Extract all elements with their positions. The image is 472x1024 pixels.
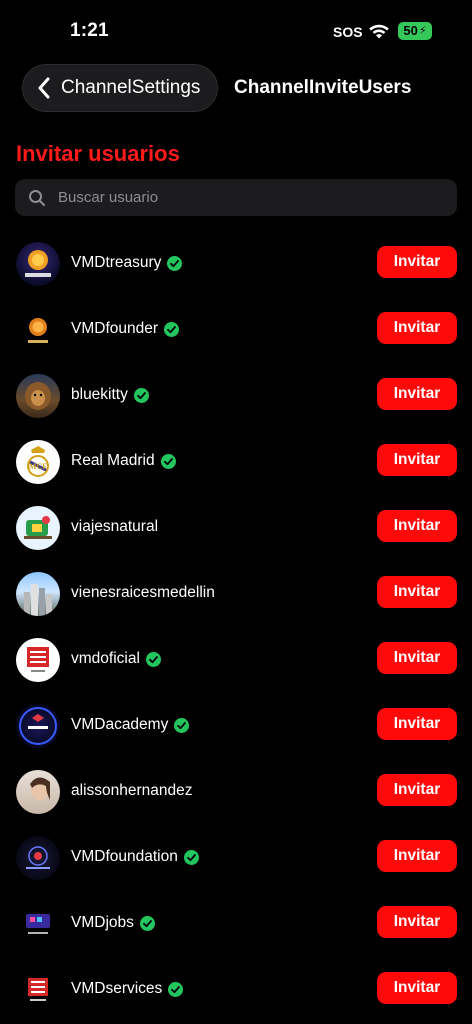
user-name: VMDjobs [71,914,155,932]
user-name-text: VMDfoundation [71,848,178,865]
verified-badge-icon [164,321,180,337]
vmd-founder-avatar [16,308,60,352]
invite-button[interactable]: Invitar [377,972,457,1004]
user-name: Real Madrid [71,452,176,470]
user-name: VMDacademy [71,716,190,734]
user-name: vienesraicesmedellin [71,584,215,602]
verified-badge-icon [174,717,190,733]
status-bar: 1:21 SOS 50 ⚡ [0,0,472,62]
academy-logo-icon [19,707,57,745]
travel-icon [24,516,52,539]
verified-badge-icon [183,849,199,865]
user-row: MCF Real Madrid Invitar [0,429,472,495]
user-row: VMDfounder Invitar [0,297,472,363]
user-name: VMDservices [71,980,184,998]
user-row: alissonhernandez Invitar [0,759,472,825]
jobs-logo-icon [26,914,50,934]
user-name: viajesnatural [71,518,158,536]
invite-button[interactable]: Invitar [377,246,457,278]
vmd-foundation-avatar [16,836,60,880]
real-madrid-crest-avatar: MCF [16,440,60,484]
viral-media-logo-icon [27,647,49,672]
user-name: VMDfounder [71,320,180,338]
search-input[interactable] [56,188,440,207]
verified-badge-icon [133,387,149,403]
user-row: VMDjobs Invitar [0,891,472,957]
back-button[interactable]: ChannelSettings [22,64,218,112]
user-name-text: Real Madrid [71,452,155,469]
user-name-text: VMDservices [71,980,163,997]
user-name-text: VMDtreasury [71,254,162,271]
page-title: Invitar usuarios [16,141,180,166]
user-row: vienesraicesmedellin Invitar [0,561,472,627]
invite-button[interactable]: Invitar [377,708,457,740]
wifi-icon [369,24,389,39]
city-photo-avatar [16,572,60,616]
invite-button[interactable]: Invitar [377,906,457,938]
services-logo-icon [28,978,48,1001]
verified-badge-icon [167,255,183,271]
user-row: VMDtreasury Invitar [0,231,472,297]
user-name: alissonhernandez [71,782,193,800]
crest-icon: MCF [27,446,49,477]
user-name-text: VMDjobs [71,914,134,931]
lion-icon [25,382,51,410]
viral-media-digital-avatar [16,638,60,682]
search-icon [29,189,45,206]
user-name-text: viajesnatural [71,518,159,535]
verified-badge-icon [168,981,184,997]
invite-button[interactable]: Invitar [377,774,457,806]
user-row: VMDacademy Invitar [0,693,472,759]
charging-bolt-icon: ⚡ [418,25,427,37]
travel-illustration-avatar [16,506,60,550]
foundation-logo-icon [26,846,50,869]
verified-badge-icon [139,915,155,931]
status-time: 1:21 [70,20,109,41]
coin-logo-icon [25,250,51,277]
user-name-text: VMDfounder [71,320,159,337]
user-row: vmdoficial Invitar [0,627,472,693]
user-name-text: bluekitty [71,386,128,403]
chevron-left-icon [38,77,50,99]
user-name: bluekitty [71,386,149,404]
svg-text:MCF: MCF [29,462,47,471]
user-row: viajesnatural Invitar [0,495,472,561]
battery-indicator: 50 ⚡ [398,22,432,40]
user-row: bluekitty Invitar [0,363,472,429]
city-skyline-icon [24,584,52,616]
founder-logo-icon [28,318,48,343]
invite-button[interactable]: Invitar [377,510,457,542]
user-name: VMDtreasury [71,254,183,272]
navigation-bar: ChannelSettings ChannelInviteUsers [0,64,472,114]
search-bar[interactable] [15,179,457,216]
back-button-label: ChannelSettings [61,77,201,98]
invite-button[interactable]: Invitar [377,444,457,476]
user-name-text: alissonhernandez [71,782,193,799]
viral-media-services-avatar [16,968,60,1012]
invite-button[interactable]: Invitar [377,312,457,344]
invite-button[interactable]: Invitar [377,378,457,410]
person-photo-avatar [16,770,60,814]
lion-photo-avatar [16,374,60,418]
vmd-academy-avatar [16,704,60,748]
user-name: vmdoficial [71,650,161,668]
user-name-text: vienesraicesmedellin [71,584,215,601]
verified-badge-icon [145,651,161,667]
user-name-text: VMDacademy [71,716,169,733]
verified-badge-icon [160,453,176,469]
invite-button[interactable]: Invitar [377,840,457,872]
user-row: VMDfoundation Invitar [0,825,472,891]
sos-indicator: SOS [333,24,363,40]
vmd-treasury-avatar [16,242,60,286]
battery-level: 50 [403,23,418,38]
vmd-jobs-avatar [16,902,60,946]
invite-button[interactable]: Invitar [377,576,457,608]
invite-button[interactable]: Invitar [377,642,457,674]
user-name: VMDfoundation [71,848,199,866]
screen-title: ChannelInviteUsers [234,77,412,98]
user-row: VMDservices Invitar [0,957,472,1023]
user-list: VMDtreasury Invitar VMDfounder Invitar b… [0,231,472,1023]
user-name-text: vmdoficial [71,650,140,667]
person-icon [30,777,50,801]
